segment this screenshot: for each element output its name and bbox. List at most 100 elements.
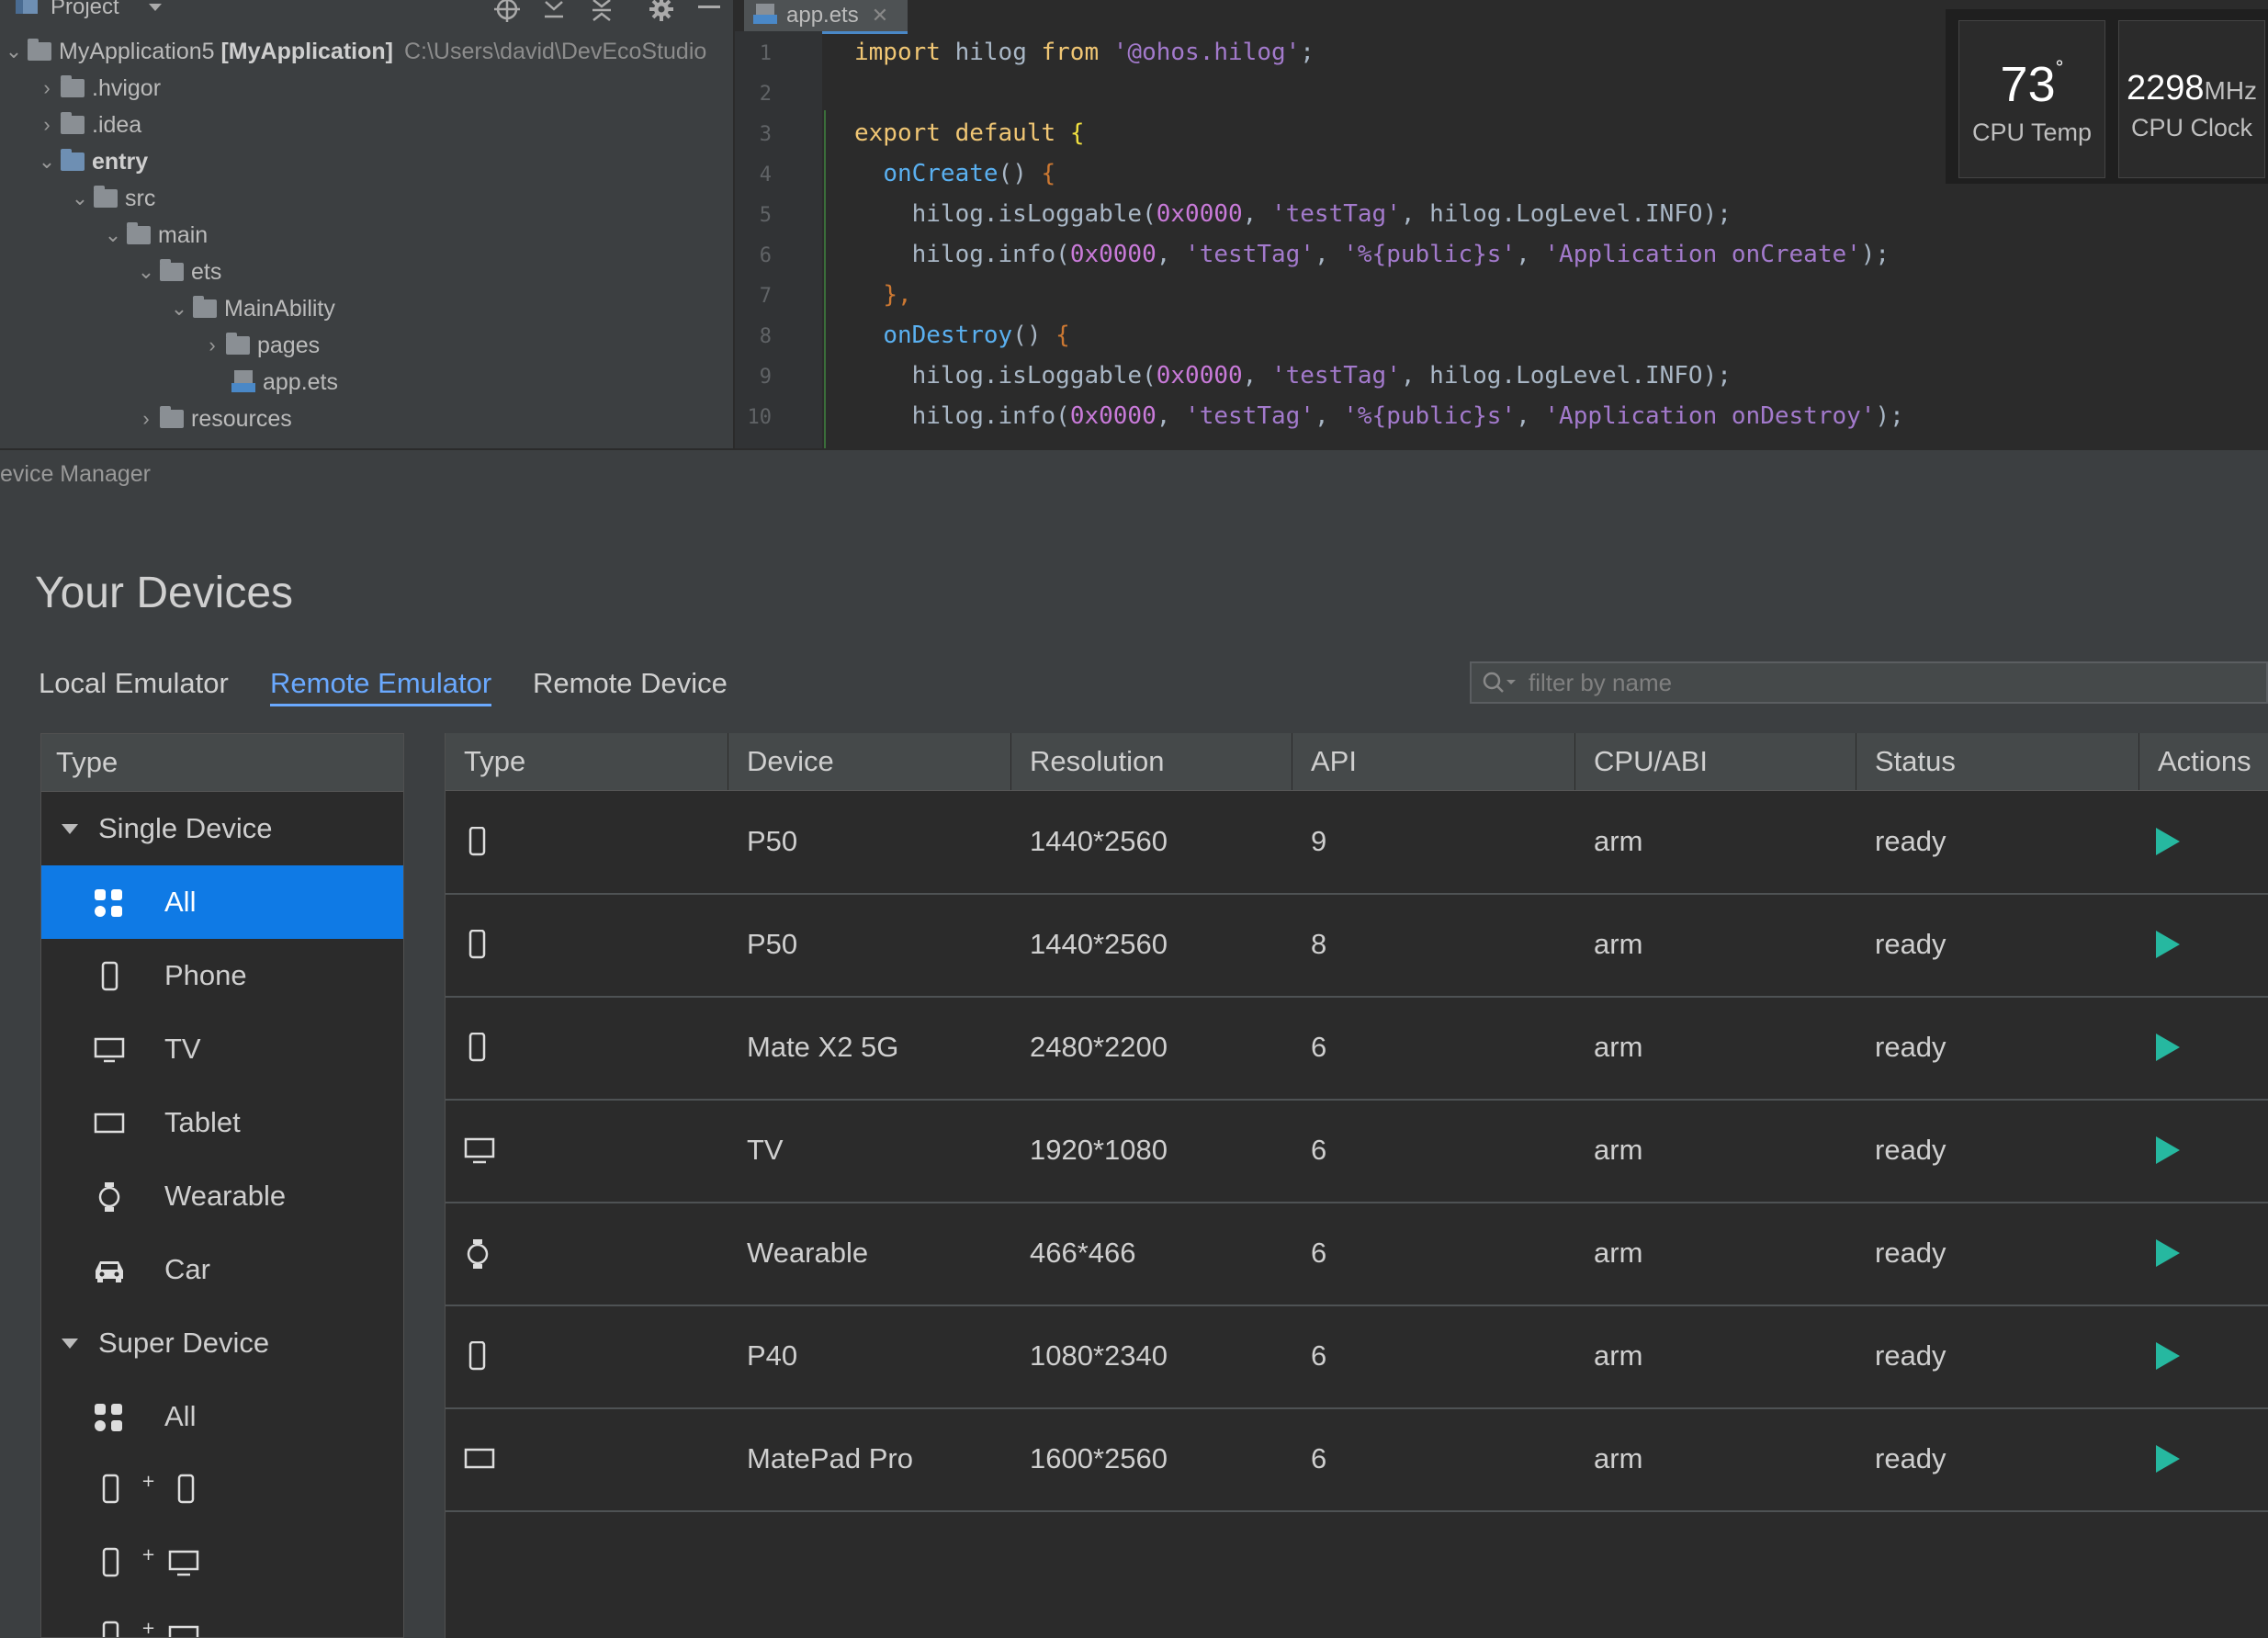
collapse-all-icon[interactable]	[590, 0, 614, 22]
line-number: 5	[759, 204, 772, 227]
device-table: Type Device Resolution API CPU/ABI Statu…	[445, 733, 2268, 1638]
phone-plus-tablet-icon: +	[102, 1621, 199, 1637]
table-row[interactable]: Wearable 466*466 6 arm ready	[446, 1202, 2268, 1306]
cpu-clock-value: 2298	[2126, 69, 2205, 107]
group-single-device[interactable]: Single Device	[41, 793, 403, 864]
play-button[interactable]	[2156, 1239, 2180, 1267]
table-row[interactable]: P50 1440*2560 8 arm ready	[446, 893, 2268, 998]
chevron-down-icon[interactable]	[147, 2, 164, 13]
tree-item-pages[interactable]: › pages	[198, 327, 320, 364]
type-item-phone[interactable]: Phone	[41, 939, 403, 1012]
table-row[interactable]: TV 1920*1080 6 arm ready	[446, 1099, 2268, 1203]
tab-remote-device[interactable]: Remote Device	[533, 667, 728, 700]
minimize-icon[interactable]	[698, 6, 720, 11]
type-item-label: Tablet	[164, 1106, 241, 1138]
cell-status: ready	[1875, 928, 1946, 960]
folder-icon	[61, 112, 85, 134]
tree-item-src[interactable]: ⌄ src	[66, 180, 156, 217]
gear-icon[interactable]	[649, 0, 674, 22]
cell-device: TV	[747, 1134, 784, 1166]
table-header: Type Device Resolution API CPU/ABI Statu…	[446, 733, 2268, 791]
filter-box[interactable]	[1470, 661, 2268, 704]
type-item-car[interactable]: Car	[41, 1233, 403, 1306]
table-row[interactable]: MatePad Pro 1600*2560 6 arm ready	[446, 1407, 2268, 1512]
chevron-right-icon: ›	[43, 76, 51, 99]
tab-app-ets[interactable]: app.ets ✕	[744, 0, 908, 34]
super-item-phone-tv[interactable]: +	[41, 1527, 403, 1600]
tree-item-ets[interactable]: ⌄ ets	[132, 254, 222, 290]
cell-status: ready	[1875, 1134, 1946, 1166]
play-button[interactable]	[2156, 1342, 2180, 1370]
line-number: 6	[759, 244, 772, 267]
project-toolbar: Project	[0, 0, 733, 26]
cell-status: ready	[1875, 1031, 1946, 1063]
tree-item-hvigor[interactable]: › .hvigor	[33, 70, 161, 107]
tree-item-idea[interactable]: › .idea	[33, 107, 141, 143]
col-status[interactable]: Status	[1856, 733, 2139, 790]
project-panel: Project ⌄ MyApplication5 [MyApplication]…	[0, 0, 733, 448]
filter-input[interactable]	[1527, 667, 2265, 698]
folder-icon	[160, 406, 184, 428]
folder-icon	[226, 333, 250, 355]
cell-cpu: arm	[1594, 928, 1643, 960]
group-label: Super Device	[98, 1327, 270, 1359]
tree-item-app-ets[interactable]: app.ets	[231, 364, 338, 401]
col-type[interactable]: Type	[446, 733, 728, 790]
col-resolution[interactable]: Resolution	[1011, 733, 1292, 790]
line-number: 10	[747, 406, 773, 429]
svg-text:+: +	[141, 1547, 155, 1565]
tree-label: .idea	[92, 111, 142, 138]
play-button[interactable]	[2156, 1136, 2180, 1164]
col-cpu-abi[interactable]: CPU/ABI	[1575, 733, 1856, 790]
type-item-tablet[interactable]: Tablet	[41, 1086, 403, 1159]
locate-icon[interactable]	[494, 0, 520, 22]
expand-all-icon[interactable]	[542, 0, 566, 22]
cell-device: P50	[747, 928, 798, 960]
table-row[interactable]: P40 1080*2340 6 arm ready	[446, 1305, 2268, 1409]
table-row[interactable]: P50 1440*2560 9 arm ready	[446, 790, 2268, 895]
tree-label: app.ets	[263, 368, 339, 395]
cell-cpu: arm	[1594, 1237, 1643, 1269]
play-button[interactable]	[2156, 828, 2180, 855]
col-api[interactable]: API	[1292, 733, 1575, 790]
tab-remote-emulator[interactable]: Remote Emulator	[270, 667, 492, 706]
type-item-label: All	[164, 1400, 197, 1432]
cell-api: 6	[1311, 1237, 1327, 1269]
super-item-phone-tablet[interactable]: +	[41, 1600, 403, 1637]
tab-local-emulator[interactable]: Local Emulator	[39, 667, 229, 700]
type-item-all[interactable]: All	[41, 865, 403, 939]
super-item-all[interactable]: All	[41, 1380, 403, 1453]
close-icon[interactable]: ✕	[872, 4, 888, 28]
type-item-wearable[interactable]: Wearable	[41, 1159, 403, 1233]
tree-item-main[interactable]: ⌄ main	[99, 217, 208, 254]
project-panel-title[interactable]: Project	[51, 0, 119, 20]
tree-item-mainability[interactable]: ⌄ MainAbility	[165, 290, 335, 327]
play-button[interactable]	[2156, 931, 2180, 958]
chevron-down-icon: ⌄	[137, 260, 155, 283]
col-device[interactable]: Device	[728, 733, 1011, 790]
super-item-phone-phone[interactable]: +	[41, 1453, 403, 1527]
cell-api: 6	[1311, 1339, 1327, 1372]
line-number: 2	[759, 83, 772, 106]
cell-resolution: 2480*2200	[1030, 1031, 1168, 1063]
svg-text:+: +	[141, 1474, 155, 1491]
chevron-down-icon: ⌄	[170, 297, 188, 320]
cell-resolution: 1600*2560	[1030, 1442, 1168, 1474]
root-name: MyApplication5	[59, 38, 215, 64]
type-item-label: Phone	[164, 959, 247, 991]
project-view-icon	[16, 0, 38, 14]
group-super-device[interactable]: Super Device	[41, 1307, 403, 1379]
play-button[interactable]	[2156, 1034, 2180, 1061]
type-item-label: All	[164, 886, 197, 918]
cpu-temp-cell: 73° CPU Temp	[1958, 20, 2105, 178]
cell-device: Wearable	[747, 1237, 869, 1269]
tree-item-entry[interactable]: ⌄ entry	[33, 143, 148, 180]
play-button[interactable]	[2156, 1445, 2180, 1473]
type-item-tv[interactable]: TV	[41, 1012, 403, 1086]
tree-item-resources[interactable]: › resources	[132, 401, 291, 437]
cell-resolution: 1920*1080	[1030, 1134, 1168, 1166]
code-line-10: hilog.info(0x0000, 'testTag', '%{public}…	[854, 402, 1904, 430]
table-row[interactable]: Mate X2 5G 2480*2200 6 arm ready	[446, 996, 2268, 1101]
tree-item-root[interactable]: ⌄ MyApplication5 [MyApplication] C:\User…	[0, 33, 707, 70]
folder-icon	[94, 186, 118, 208]
